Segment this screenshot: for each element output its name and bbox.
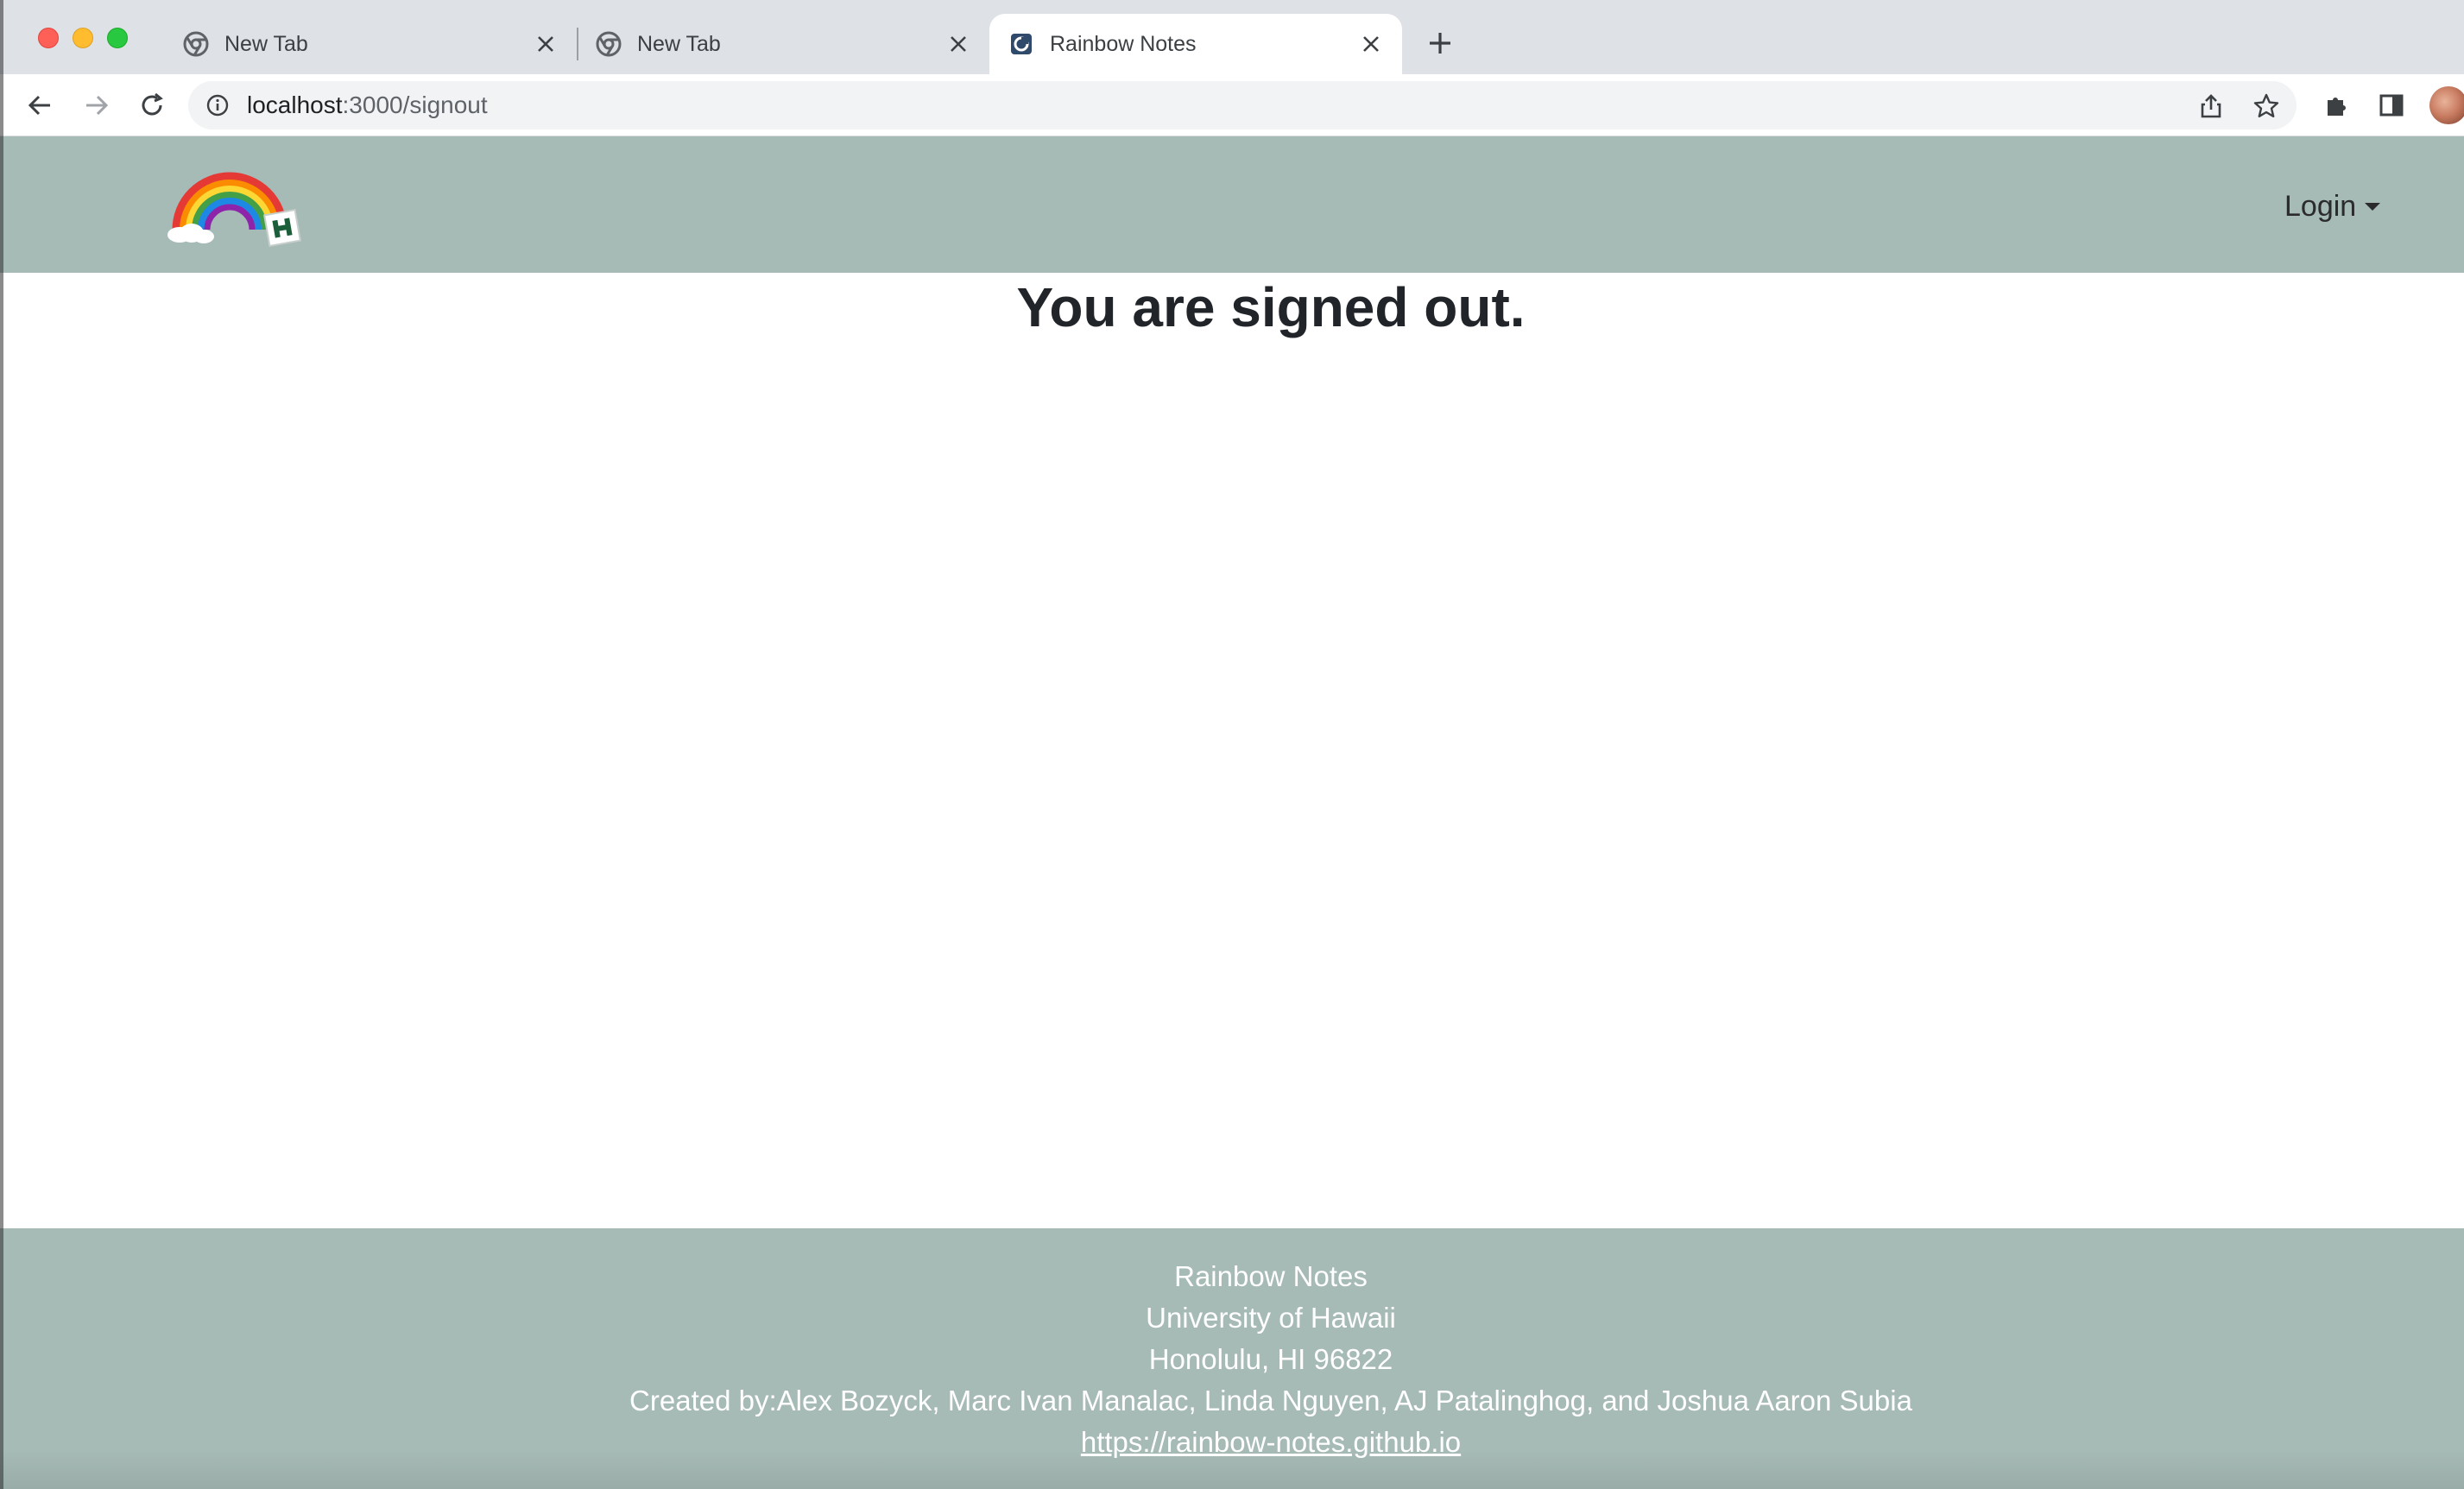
page-heading: You are signed out. bbox=[1016, 276, 1526, 338]
extensions-puzzle-icon[interactable] bbox=[2319, 88, 2353, 123]
login-label: Login bbox=[2284, 189, 2357, 223]
share-icon[interactable] bbox=[2196, 91, 2226, 121]
plus-icon bbox=[1430, 33, 1450, 54]
address-bar[interactable]: localhost:3000/signout bbox=[188, 81, 2297, 129]
bookmark-star-icon[interactable] bbox=[2252, 91, 2281, 121]
browser-tab-strip: New Tab New Tab Rainbow Notes bbox=[0, 0, 2464, 74]
site-info-icon[interactable] bbox=[205, 93, 230, 117]
browser-toolbar: localhost:3000/signout bbox=[0, 74, 2464, 136]
window-minimize-button[interactable] bbox=[73, 28, 93, 48]
forward-button[interactable] bbox=[79, 88, 114, 123]
browser-tab-2[interactable]: New Tab bbox=[577, 14, 989, 74]
browser-tab-1[interactable]: New Tab bbox=[164, 14, 577, 74]
app-navbar bbox=[0, 136, 2464, 273]
arrow-right-icon bbox=[86, 95, 109, 116]
app-footer: Rainbow Notes University of Hawaii Honol… bbox=[0, 1228, 2464, 1489]
back-button[interactable] bbox=[22, 88, 57, 123]
tab-close-icon[interactable] bbox=[530, 28, 561, 60]
tab-close-icon[interactable] bbox=[943, 28, 974, 60]
window-zoom-button[interactable] bbox=[107, 28, 128, 48]
footer-location: Honolulu, HI 96822 bbox=[1148, 1343, 1393, 1375]
reload-icon bbox=[142, 92, 163, 116]
url-path: :3000/signout bbox=[342, 91, 488, 118]
footer-site-link[interactable]: https://rainbow-notes.github.io bbox=[1081, 1426, 1461, 1458]
address-url[interactable]: localhost:3000/signout bbox=[247, 91, 488, 119]
profile-avatar[interactable] bbox=[2429, 86, 2464, 124]
window-close-button[interactable] bbox=[38, 28, 59, 48]
caret-down-icon bbox=[2365, 202, 2381, 211]
arrow-left-icon bbox=[28, 95, 50, 116]
chrome-icon bbox=[596, 31, 622, 57]
window-left-edge bbox=[0, 0, 3, 1489]
login-dropdown[interactable]: Login bbox=[2284, 188, 2381, 224]
rainbow-notes-favicon bbox=[1011, 34, 1032, 54]
reload-button[interactable] bbox=[135, 88, 169, 123]
footer-credits: Created by:Alex Bozyck, Marc Ivan Manala… bbox=[629, 1385, 1912, 1416]
side-panel-icon[interactable] bbox=[2374, 88, 2409, 123]
tab-title: Rainbow Notes bbox=[1050, 32, 1197, 56]
rainbow-notes-logo[interactable] bbox=[166, 161, 304, 247]
tab-close-icon[interactable] bbox=[1355, 28, 1387, 60]
footer-link-row: https://rainbow-notes.github.io bbox=[0, 1423, 2464, 1461]
chrome-icon bbox=[183, 31, 209, 57]
tab-title: New Tab bbox=[224, 32, 308, 56]
tab-title: New Tab bbox=[637, 32, 721, 56]
footer-org: University of Hawaii bbox=[1146, 1302, 1396, 1334]
url-host: localhost bbox=[247, 91, 343, 118]
browser-tab-rainbow-notes[interactable]: Rainbow Notes bbox=[989, 14, 1402, 74]
new-tab-button[interactable] bbox=[1423, 26, 1457, 60]
footer-app-name: Rainbow Notes bbox=[1174, 1260, 1368, 1292]
